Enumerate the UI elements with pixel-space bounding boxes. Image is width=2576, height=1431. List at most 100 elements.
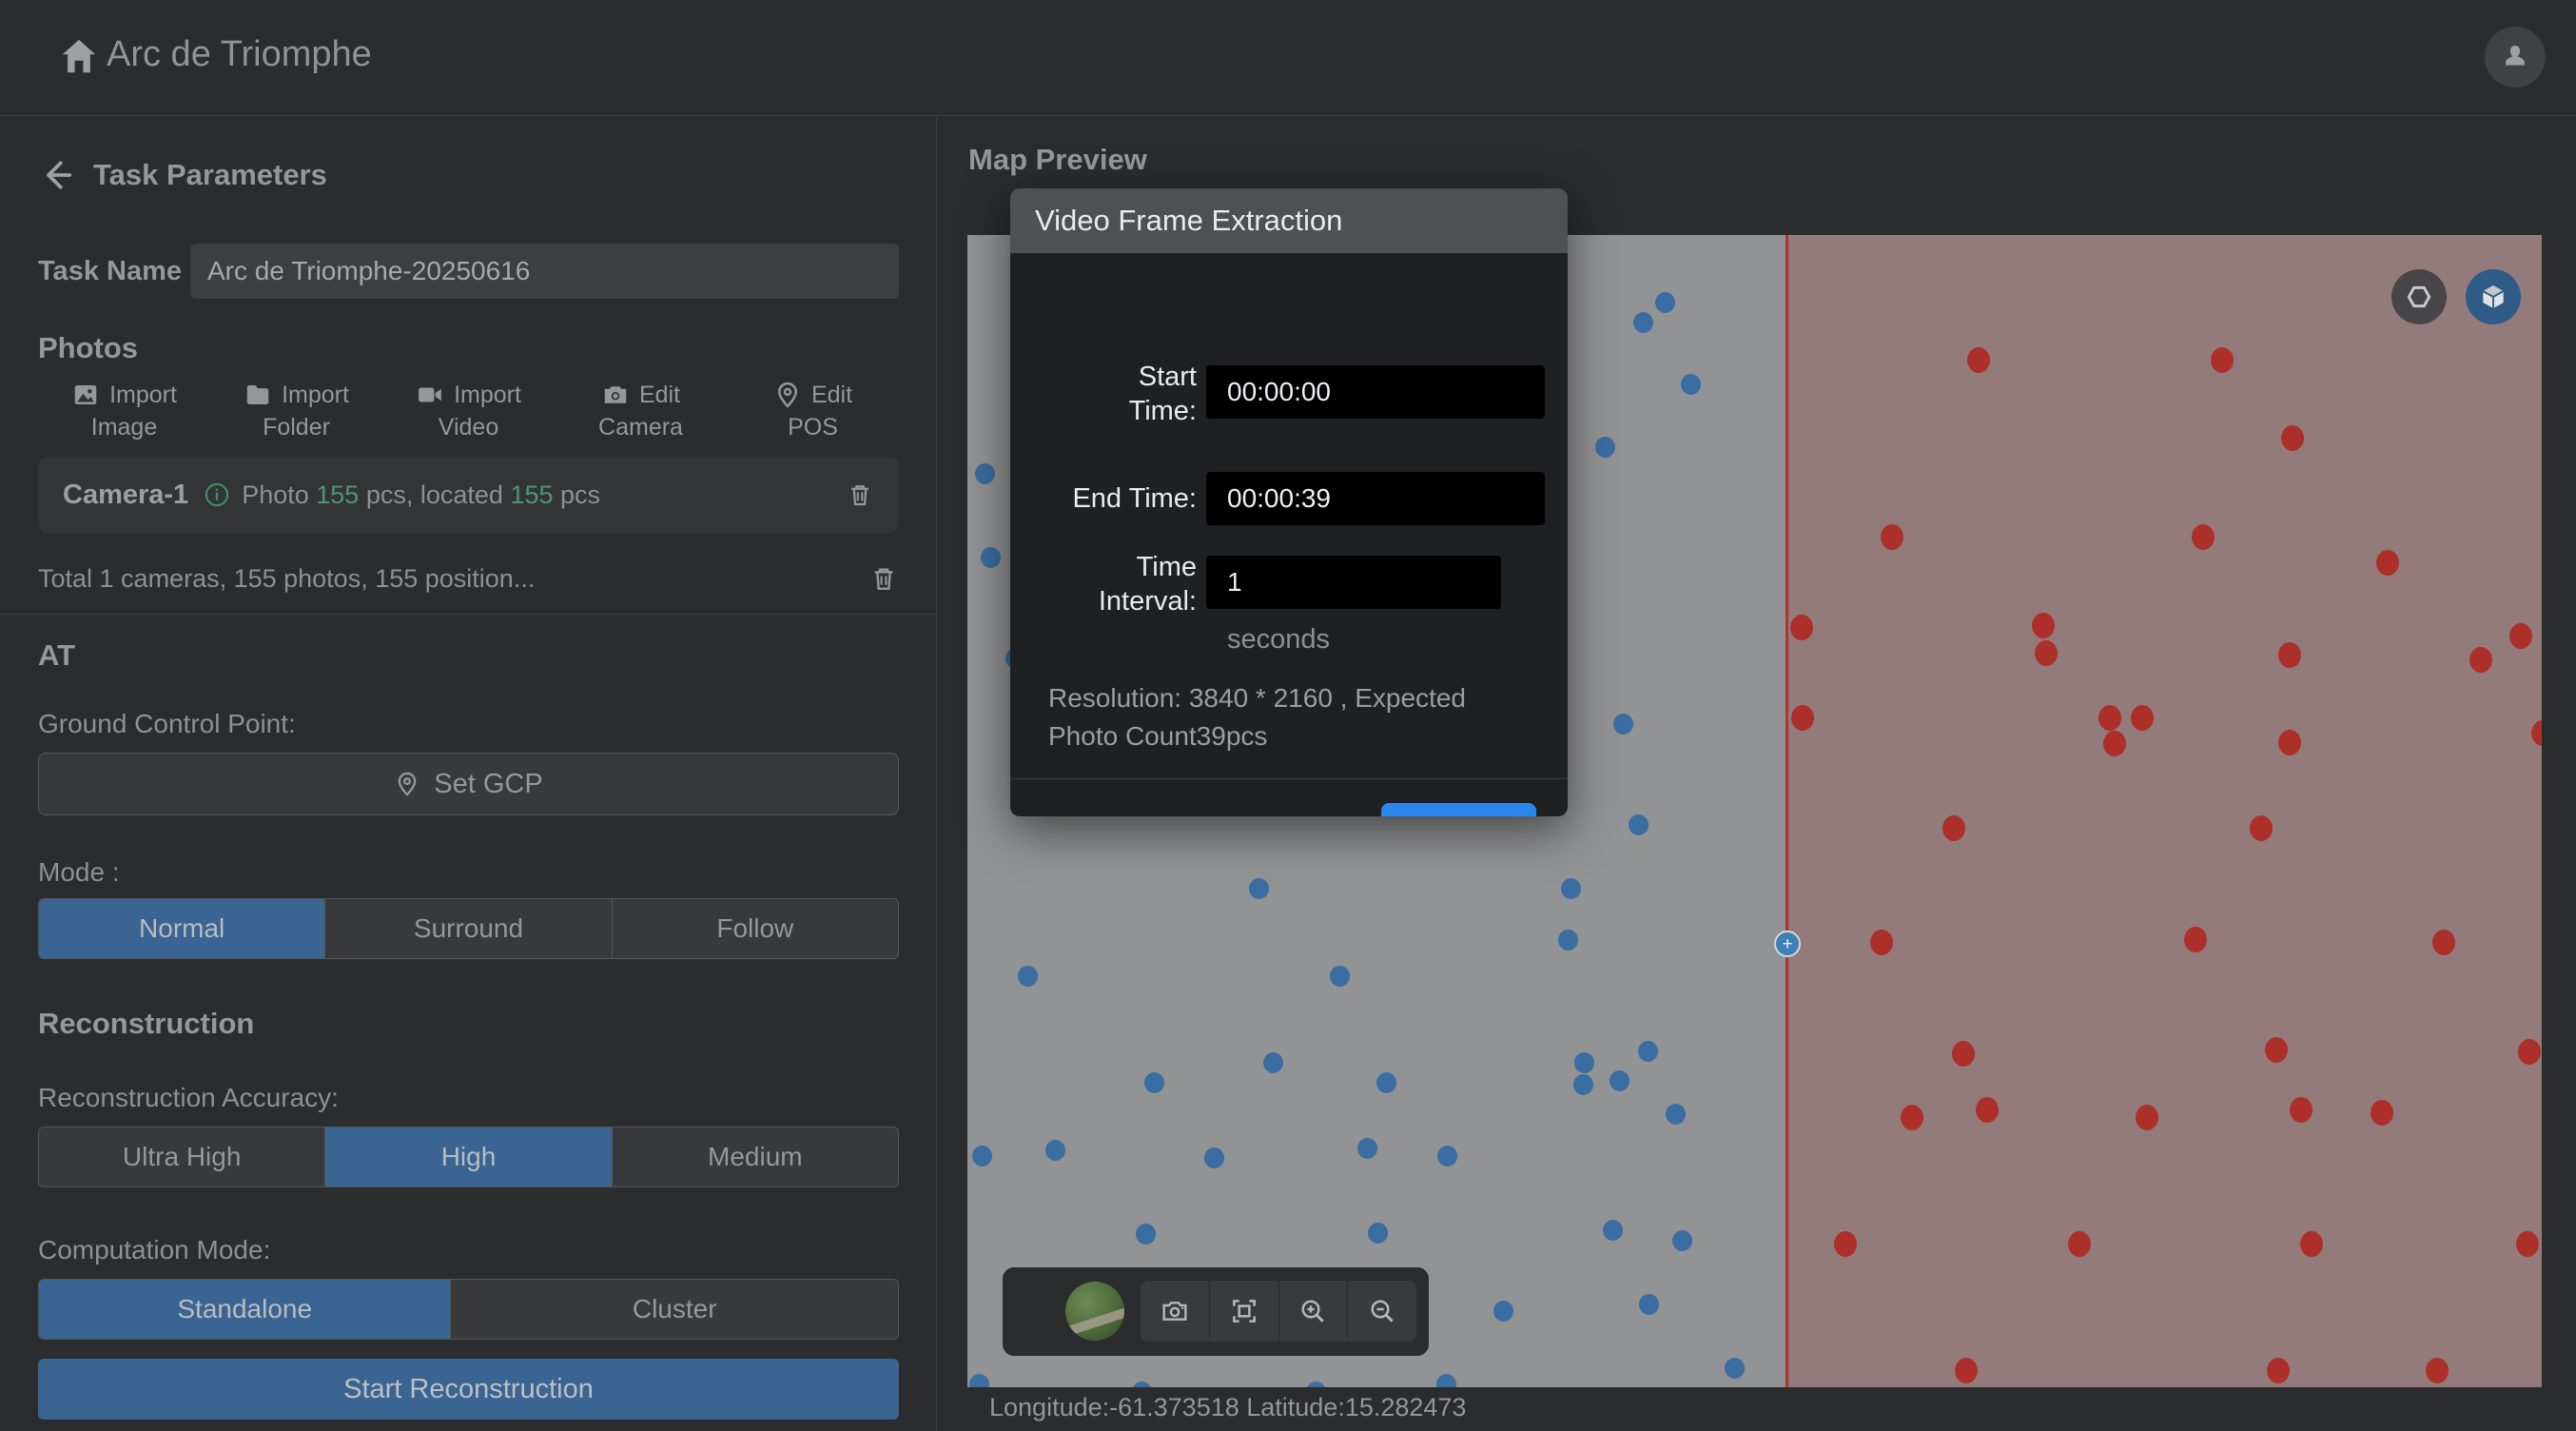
edit-pos-button[interactable]: Edit POS [727, 379, 899, 443]
start-time-input[interactable]: 00:00:00 [1206, 365, 1545, 419]
red-waypoint-dot [1901, 1105, 1923, 1130]
camera-name: Camera-1 [63, 480, 188, 511]
zoom-out-button[interactable] [1348, 1281, 1416, 1342]
camera-icon [601, 381, 630, 409]
image-icon [71, 381, 100, 409]
photo-count: 155 [316, 480, 359, 509]
back-arrow-icon[interactable] [38, 157, 74, 193]
survey-overlay-region [1786, 235, 2542, 1387]
confirm-button[interactable]: Confirm [1381, 803, 1536, 816]
blue-waypoint-dot [1613, 714, 1633, 735]
blue-waypoint-dot [1672, 1230, 1692, 1251]
cube-icon [2478, 282, 2508, 312]
red-waypoint-dot [2035, 640, 2058, 666]
basemap-thumbnail[interactable] [1065, 1282, 1124, 1341]
zoom-in-button[interactable] [1279, 1281, 1349, 1342]
map-pin-icon [394, 771, 420, 797]
red-waypoint-dot [2250, 815, 2273, 841]
red-waypoint-dot [2131, 705, 2154, 731]
task-name-row: Task Name Arc de Triomphe-20250616 [38, 244, 899, 299]
time-interval-input[interactable]: 1 [1206, 556, 1501, 609]
import-image-button[interactable]: Import Image [38, 379, 210, 443]
mode-option-normal[interactable]: Normal [39, 899, 325, 958]
start-reconstruction-button[interactable]: Start Reconstruction [38, 1359, 899, 1420]
photos-total-row: Total 1 cameras, 155 photos, 155 positio… [38, 553, 899, 604]
coordinates-readout: Longitude:-61.373518 Latitude:15.282473 [989, 1393, 1466, 1422]
red-waypoint-dot [2509, 623, 2532, 649]
accuracy-option-high[interactable]: High [325, 1127, 612, 1186]
blue-waypoint-dot [1330, 966, 1350, 987]
end-time-label: End Time: [1010, 481, 1197, 516]
red-waypoint-dot [1791, 705, 1814, 731]
accuracy-option-medium[interactable]: Medium [613, 1127, 898, 1186]
blue-waypoint-dot [1639, 1294, 1659, 1315]
edit-camera-button[interactable]: Edit Camera [555, 379, 727, 443]
red-waypoint-dot [1870, 930, 1893, 955]
blue-waypoint-dot [1681, 374, 1701, 395]
task-name-input[interactable]: Arc de Triomphe-20250616 [190, 244, 899, 299]
blue-waypoint-dot [1136, 1224, 1156, 1245]
blue-waypoint-dot [1603, 1220, 1623, 1241]
red-waypoint-dot [1952, 1041, 1975, 1067]
frame-icon [1229, 1296, 1259, 1326]
start-time-label: StartTime: [1010, 360, 1197, 428]
blue-waypoint-dot [1610, 1070, 1630, 1091]
photo-actions-row: Import Image Import Folder Import Video … [38, 379, 899, 443]
blue-waypoint-dot [1436, 1374, 1456, 1387]
photos-section-title: Photos [38, 331, 899, 365]
red-waypoint-dot [2278, 730, 2301, 755]
red-waypoint-dot [2278, 642, 2301, 668]
computation-segmented-control: Standalone Cluster [38, 1279, 899, 1340]
user-avatar-button[interactable] [2485, 27, 2546, 88]
gcp-label: Ground Control Point: [38, 709, 899, 739]
video-icon [416, 381, 444, 409]
map-toolbar [1003, 1267, 1429, 1356]
view-3d-cube-button[interactable] [2466, 269, 2521, 324]
zoom-out-icon [1367, 1296, 1397, 1326]
cancel-button[interactable]: Cancel [1248, 803, 1343, 816]
camera-icon [1160, 1296, 1190, 1326]
trash-icon[interactable] [846, 480, 874, 509]
footer-divider [1010, 778, 1568, 779]
blue-waypoint-dot [1561, 878, 1581, 899]
blue-waypoint-dot [1595, 437, 1615, 458]
red-waypoint-dot [2103, 731, 2126, 756]
red-waypoint-dot [2136, 1105, 2158, 1130]
snapshot-button[interactable] [1141, 1281, 1210, 1342]
red-waypoint-dot [1967, 347, 1990, 373]
mode-segmented-control: Normal Surround Follow [38, 898, 899, 959]
red-waypoint-dot [2068, 1231, 2091, 1257]
accuracy-option-ultra-high[interactable]: Ultra High [39, 1127, 325, 1186]
section-divider [0, 614, 937, 615]
computation-mode-label: Computation Mode: [38, 1235, 899, 1265]
blue-waypoint-dot [1573, 1074, 1593, 1095]
blue-waypoint-dot [1018, 966, 1038, 987]
camera-list-item[interactable]: Camera-1 Photo 155 pcs, located 155 pcs [38, 457, 899, 533]
computation-option-cluster[interactable]: Cluster [451, 1280, 898, 1339]
home-icon[interactable] [57, 34, 101, 78]
red-waypoint-dot [2518, 1039, 2541, 1065]
red-waypoint-dot [2432, 930, 2455, 955]
fit-extent-button[interactable] [1210, 1281, 1279, 1342]
import-folder-button[interactable]: Import Folder [210, 379, 382, 443]
computation-option-standalone[interactable]: Standalone [39, 1280, 451, 1339]
blue-waypoint-dot [981, 547, 1001, 568]
map-pin-icon [773, 381, 802, 409]
end-time-input[interactable]: 00:00:39 [1206, 472, 1545, 525]
layers-hexagon-button[interactable] [2391, 269, 2447, 324]
red-waypoint-dot [1976, 1097, 1999, 1123]
red-waypoint-dot [2371, 1100, 2393, 1126]
line-midpoint-handle[interactable]: + [1774, 931, 1801, 957]
blue-waypoint-dot [969, 1374, 989, 1387]
task-name-label: Task Name [38, 256, 190, 287]
blue-waypoint-dot [972, 1146, 992, 1166]
trash-all-icon[interactable] [868, 563, 899, 594]
red-waypoint-dot [2290, 1097, 2313, 1123]
mode-option-follow[interactable]: Follow [613, 899, 898, 958]
red-waypoint-dot [2098, 705, 2121, 731]
import-video-button[interactable]: Import Video [382, 379, 555, 443]
set-gcp-button[interactable]: Set GCP [38, 753, 899, 815]
red-waypoint-dot [2281, 425, 2304, 451]
mode-option-surround[interactable]: Surround [325, 899, 612, 958]
blue-waypoint-dot [1437, 1146, 1457, 1166]
